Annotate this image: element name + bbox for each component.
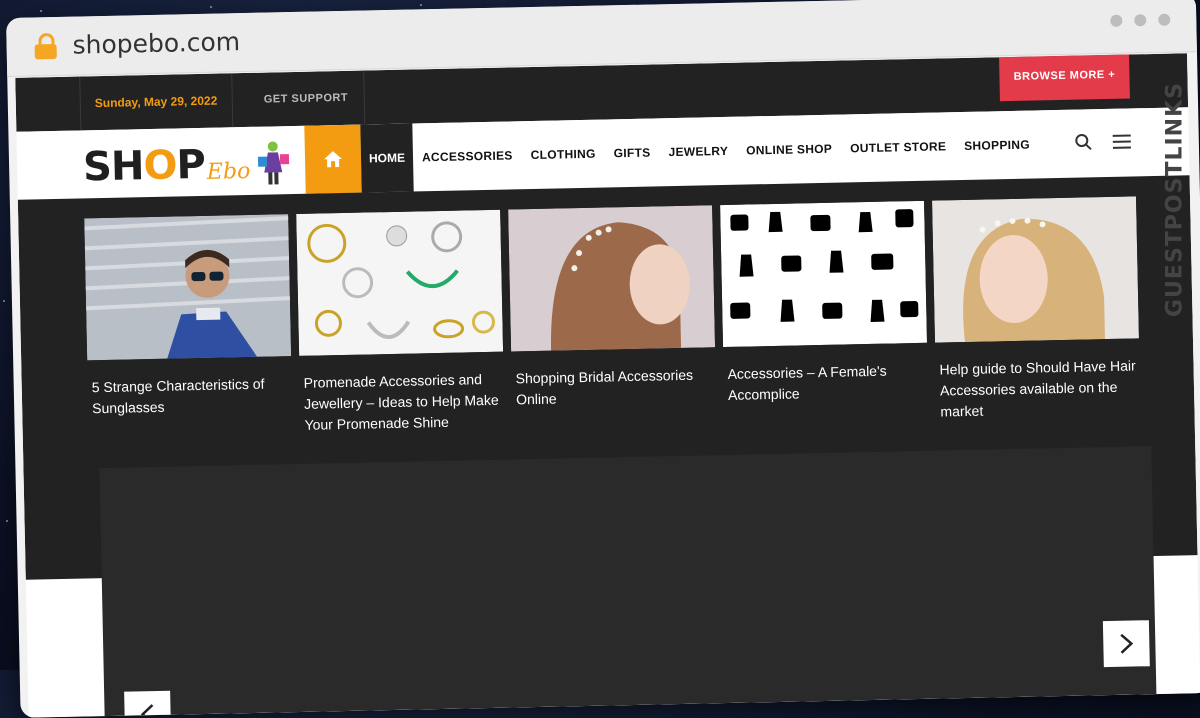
window-dot-icon[interactable]	[1158, 13, 1171, 26]
nav-item-online-shop[interactable]: ONLINE SHOP	[737, 142, 841, 158]
current-date: Sunday, May 29, 2022	[79, 73, 233, 131]
nav-item-clothing[interactable]: CLOTHING	[521, 146, 604, 162]
home-icon	[324, 151, 343, 168]
window-dot-icon[interactable]	[1134, 14, 1147, 27]
slider-prev-button[interactable]	[124, 690, 172, 718]
home-icon-button[interactable]	[304, 124, 362, 194]
post-card[interactable]: Accessories – A Female's Accomplice	[720, 200, 929, 427]
browser-window: shopebo.com Sunday, May 29, 2022 GET SUP…	[6, 0, 1200, 718]
nav-item-gifts[interactable]: GIFTS	[605, 145, 660, 161]
guestpostlinks-watermark: GUESTPOSTLINKS	[1162, 82, 1188, 317]
post-title[interactable]: Shopping Bridal Accessories Online	[511, 364, 716, 410]
post-image-accessories-pattern	[720, 200, 928, 348]
post-image-hair	[932, 196, 1139, 343]
post-title[interactable]: Help guide to Should Have Hair Accessori…	[935, 355, 1140, 422]
nav-item-jewelry[interactable]: JEWELRY	[659, 144, 737, 160]
post-card[interactable]: Shopping Bridal Accessories Online	[508, 205, 717, 431]
search-icon[interactable]	[1075, 133, 1093, 151]
window-controls	[1110, 13, 1171, 27]
site-logo[interactable]: SHOP Ebo	[83, 136, 291, 194]
post-title[interactable]: Promenade Accessories and Jewellery – Id…	[299, 369, 504, 436]
window-dot-icon[interactable]	[1110, 14, 1123, 27]
post-card[interactable]: 5 Strange Characteristics of Sunglasses	[84, 214, 293, 440]
chevron-left-icon	[140, 704, 154, 718]
main-slider	[99, 446, 1157, 718]
nav-item-shopping[interactable]: SHOPPING	[955, 137, 1039, 153]
post-title[interactable]: 5 Strange Characteristics of Sunglasses	[88, 373, 293, 419]
post-card[interactable]: Promenade Accessories and Jewellery – Id…	[296, 209, 505, 436]
page-viewport: Sunday, May 29, 2022 GET SUPPORT BROWSE …	[15, 53, 1200, 718]
post-card[interactable]: Help guide to Should Have Hair Accessori…	[932, 196, 1141, 422]
post-image-bridal	[508, 205, 716, 352]
address-bar[interactable]: shopebo.com	[72, 27, 240, 60]
hamburger-menu-icon[interactable]	[1112, 134, 1131, 152]
nav-item-home[interactable]: HOME	[360, 123, 414, 193]
post-image-jewellery	[296, 209, 504, 356]
browse-more-button[interactable]: BROWSE MORE +	[998, 53, 1130, 102]
post-title[interactable]: Accessories – A Female's Accomplice	[723, 360, 928, 406]
chevron-right-icon	[1120, 633, 1134, 654]
slider-next-button[interactable]	[1102, 620, 1150, 668]
lock-icon	[34, 32, 57, 60]
nav-item-outlet-store[interactable]: OUTLET STORE	[841, 139, 955, 155]
get-support-link[interactable]: GET SUPPORT	[247, 70, 366, 127]
shopper-figure-icon	[257, 141, 290, 185]
nav-menu: ACCESSORIES CLOTHING GIFTS JEWELRY ONLIN…	[412, 110, 1039, 191]
nav-item-accessories[interactable]: ACCESSORIES	[413, 148, 522, 164]
post-image-sunglasses	[84, 214, 292, 361]
